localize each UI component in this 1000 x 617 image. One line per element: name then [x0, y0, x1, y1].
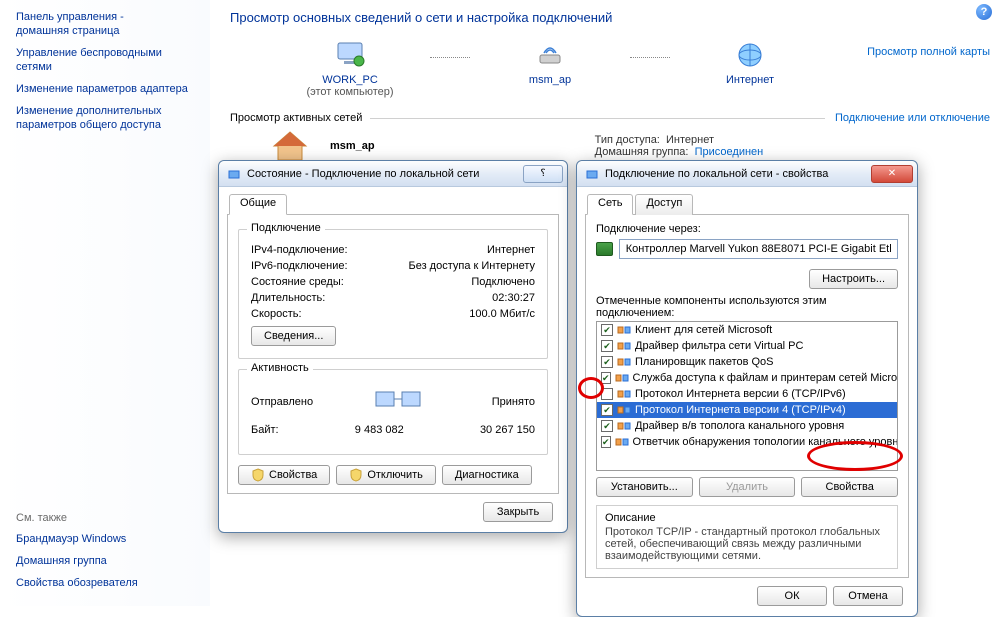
- map-internet: Интернет: [670, 41, 830, 86]
- computer-icon: [334, 41, 366, 69]
- component-checkbox[interactable]: [601, 356, 613, 368]
- connect-via-label: Подключение через:: [596, 223, 898, 235]
- component-label: Планировщик пакетов QoS: [635, 356, 774, 368]
- adapter-name-field[interactable]: [619, 239, 898, 259]
- component-label: Ответчик обнаружения топологии канальног…: [633, 436, 898, 448]
- router-icon: [534, 41, 566, 69]
- sidebar-link-sharing[interactable]: Изменение дополнительных параметров обще…: [16, 104, 200, 132]
- description-box: Описание Протокол TCP/IP - стандартный п…: [596, 505, 898, 569]
- status-titlebar[interactable]: Состояние - Подключение по локальной сет…: [219, 161, 567, 187]
- remove-button: Удалить: [699, 477, 796, 497]
- main-panel: Просмотр основных сведений о сети и наст…: [220, 0, 1000, 164]
- see-also-firewall[interactable]: Брандмауэр Windows: [16, 532, 138, 546]
- bytes-label: Байт:: [251, 424, 279, 436]
- component-checkbox[interactable]: [601, 340, 613, 352]
- sidebar-link-wireless[interactable]: Управление беспроводными сетями: [16, 46, 200, 74]
- component-checkbox[interactable]: [601, 388, 613, 400]
- component-item[interactable]: Служба доступа к файлам и принтерам сете…: [597, 370, 897, 386]
- component-item[interactable]: Драйвер в/в тополога канального уровня: [597, 418, 897, 434]
- tab-general[interactable]: Общие: [229, 194, 287, 215]
- see-also-ie[interactable]: Свойства обозревателя: [16, 576, 138, 590]
- protocol-icon: [615, 373, 629, 383]
- cp-home-link[interactable]: Панель управления - домашняя страница: [16, 10, 200, 38]
- map-router: msm_ap: [470, 41, 630, 86]
- connect-disconnect-link[interactable]: Подключение или отключение: [835, 112, 990, 124]
- diagnose-button[interactable]: Диагностика: [442, 465, 532, 485]
- properties-button[interactable]: Свойства: [238, 465, 330, 485]
- props-title: Подключение по локальной сети - свойства: [605, 168, 869, 180]
- component-checkbox[interactable]: [601, 436, 611, 448]
- active-networks-header: Просмотр активных сетей: [230, 112, 362, 124]
- components-listbox[interactable]: Клиент для сетей Microsoft Драйвер фильтр…: [596, 321, 898, 471]
- control-panel-sidebar: Панель управления - домашняя страница Уп…: [0, 0, 210, 606]
- help-button[interactable]: ⸮: [523, 165, 563, 183]
- protocol-icon: [617, 325, 631, 335]
- sidebar-link-adapter[interactable]: Изменение параметров адаптера: [16, 82, 200, 96]
- component-item[interactable]: Ответчик обнаружения топологии канальног…: [597, 434, 897, 450]
- protocol-icon: [617, 357, 631, 367]
- ok-button[interactable]: ОК: [757, 586, 827, 606]
- protocol-icon: [617, 389, 631, 399]
- bytes-recv: 30 267 150: [480, 424, 535, 436]
- component-label: Протокол Интернета версии 4 (TCP/IPv4): [635, 404, 846, 416]
- close-button[interactable]: Закрыть: [483, 502, 553, 522]
- install-button[interactable]: Установить...: [596, 477, 693, 497]
- cancel-button[interactable]: Отмена: [833, 586, 903, 606]
- network-icon: [585, 167, 599, 181]
- protocol-icon: [617, 405, 631, 415]
- globe-icon: [734, 41, 766, 69]
- tab-network[interactable]: Сеть: [587, 194, 633, 215]
- component-item[interactable]: Планировщик пакетов QoS: [597, 354, 897, 370]
- components-label: Отмеченные компоненты используются этим …: [596, 295, 898, 319]
- configure-button[interactable]: Настроить...: [809, 269, 898, 289]
- component-label: Драйвер в/в тополога канального уровня: [635, 420, 844, 432]
- component-checkbox[interactable]: [601, 420, 613, 432]
- network-map: WORK_PC (этот компьютер) msm_ap Интернет: [230, 41, 990, 98]
- home-network-icon: [270, 128, 310, 164]
- close-icon[interactable]: ✕: [871, 165, 913, 183]
- component-item[interactable]: Протокол Интернета версии 4 (TCP/IPv4): [597, 402, 897, 418]
- connection-group-label: Подключение: [247, 222, 325, 234]
- component-label: Драйвер фильтра сети Virtual PC: [635, 340, 803, 352]
- see-also-header: См. также: [16, 512, 138, 524]
- activity-group-label: Активность: [247, 362, 313, 374]
- tab-access[interactable]: Доступ: [635, 194, 693, 215]
- network-icon: [227, 167, 241, 181]
- disable-button[interactable]: Отключить: [336, 465, 436, 485]
- status-title: Состояние - Подключение по локальной сет…: [247, 168, 521, 180]
- protocol-icon: [615, 437, 629, 447]
- component-label: Клиент для сетей Microsoft: [635, 324, 772, 336]
- shield-icon: [251, 468, 265, 482]
- shield-icon: [349, 468, 363, 482]
- component-checkbox[interactable]: [601, 372, 611, 384]
- component-item[interactable]: Клиент для сетей Microsoft: [597, 322, 897, 338]
- see-also-homegroup[interactable]: Домашняя группа: [16, 554, 138, 568]
- component-item[interactable]: Драйвер фильтра сети Virtual PC: [597, 338, 897, 354]
- component-label: Служба доступа к файлам и принтерам сете…: [633, 372, 898, 384]
- details-button[interactable]: Сведения...: [251, 326, 336, 346]
- component-label: Протокол Интернета версии 6 (TCP/IPv6): [635, 388, 846, 400]
- protocol-icon: [617, 421, 631, 431]
- status-dialog: Состояние - Подключение по локальной сет…: [218, 160, 568, 533]
- component-checkbox[interactable]: [601, 324, 613, 336]
- props-titlebar[interactable]: Подключение по локальной сети - свойства…: [577, 161, 917, 187]
- active-network-name[interactable]: msm_ap: [330, 140, 375, 152]
- protocol-icon: [617, 341, 631, 351]
- page-title: Просмотр основных сведений о сети и наст…: [230, 10, 990, 25]
- component-checkbox[interactable]: [601, 404, 613, 416]
- item-properties-button[interactable]: Свойства: [801, 477, 898, 497]
- bytes-sent: 9 483 082: [289, 424, 470, 436]
- adapter-icon: [596, 242, 613, 256]
- sent-label: Отправлено: [251, 396, 313, 408]
- recv-label: Принято: [492, 396, 535, 408]
- properties-dialog: Подключение по локальной сети - свойства…: [576, 160, 918, 617]
- map-this-pc: WORK_PC (этот компьютер): [270, 41, 430, 98]
- component-item[interactable]: Протокол Интернета версии 6 (TCP/IPv6): [597, 386, 897, 402]
- activity-icon: [372, 386, 432, 418]
